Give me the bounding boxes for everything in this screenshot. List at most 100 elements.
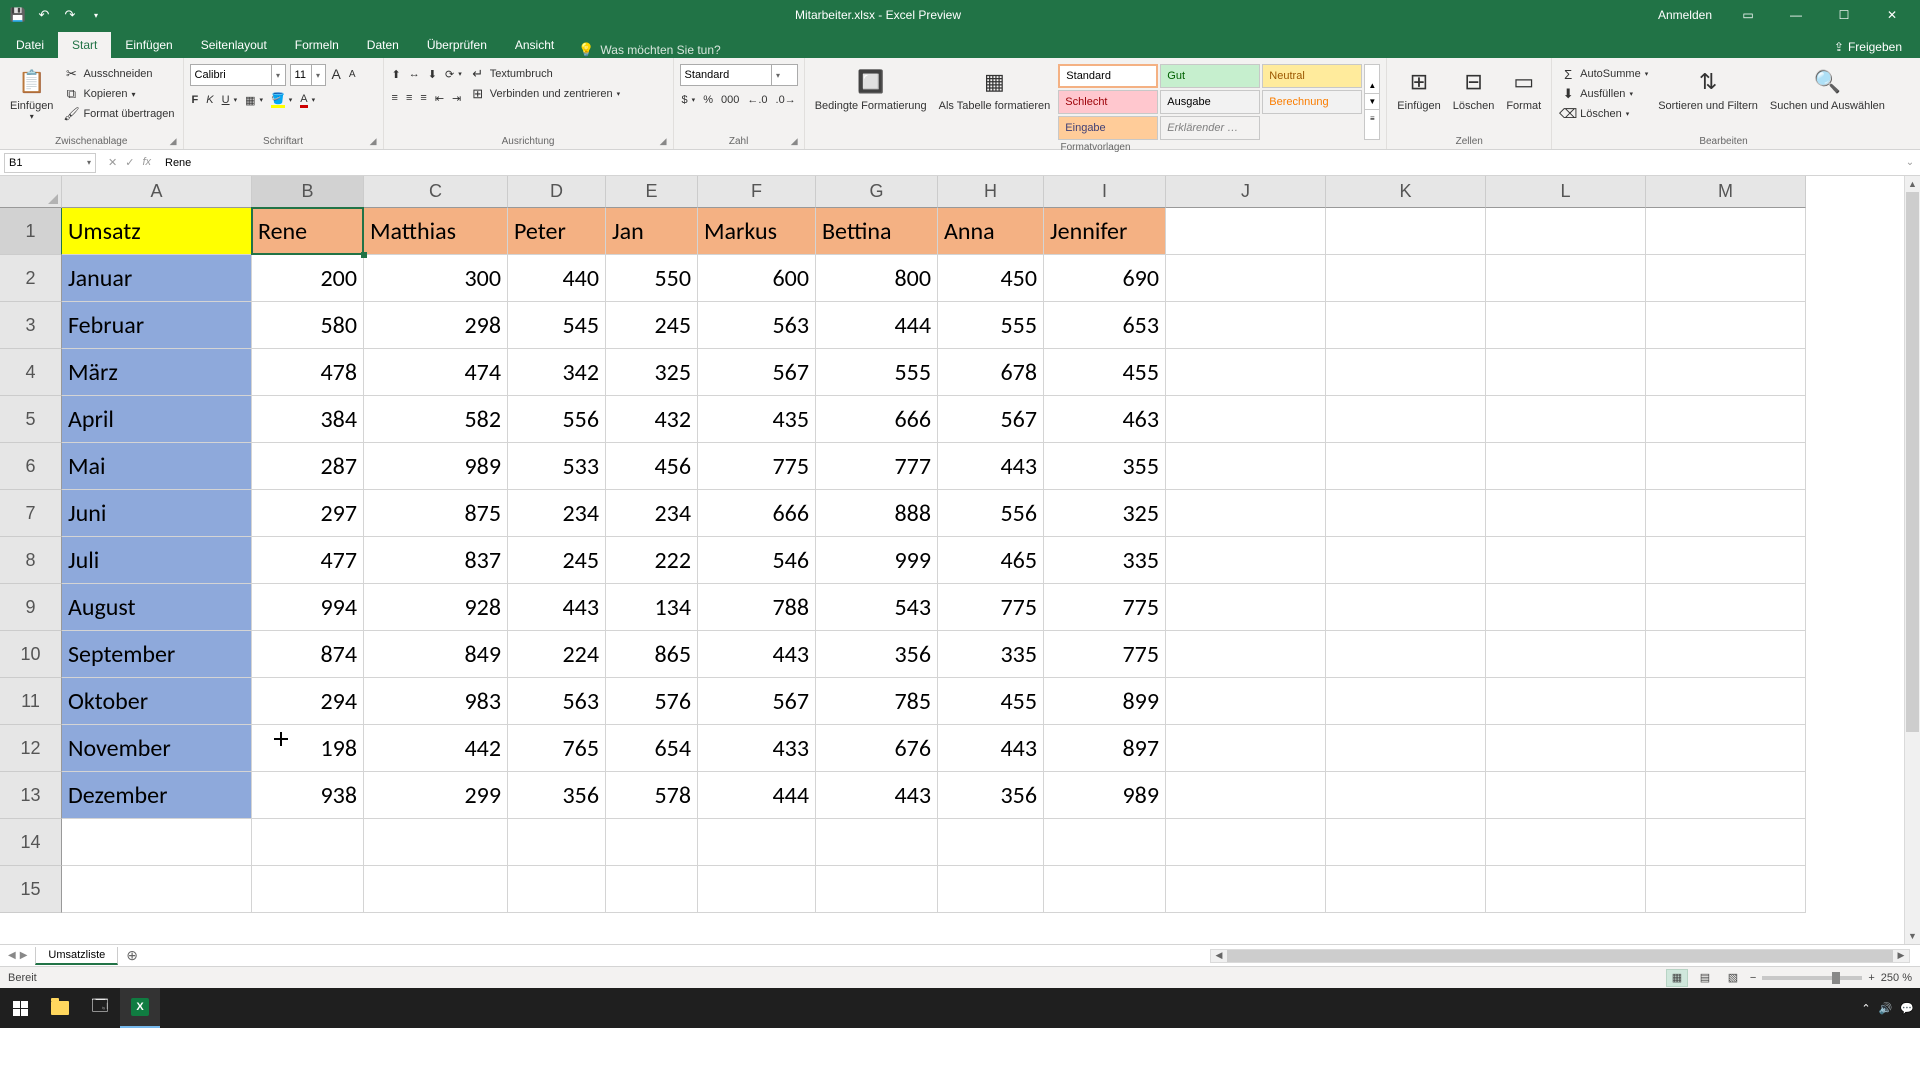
row-header[interactable]: 2 [0,255,62,302]
cell[interactable]: 563 [698,302,816,349]
tab-layout[interactable]: Seitenlayout [187,32,281,58]
cell[interactable] [1166,819,1326,866]
cell[interactable]: 443 [698,631,816,678]
cell[interactable]: 555 [816,349,938,396]
cell[interactable]: 456 [606,443,698,490]
cell[interactable]: 545 [508,302,606,349]
cellstyle-eingabe[interactable]: Eingabe [1058,116,1158,140]
cell[interactable]: 300 [364,255,508,302]
scroll-down-icon[interactable]: ▼ [1905,928,1920,944]
cell[interactable] [1646,349,1806,396]
paste-button[interactable]: 📋 Einfügen ▾ [6,64,57,123]
tray-chevron-icon[interactable]: ⌃ [1861,1002,1870,1015]
col-header-C[interactable]: C [364,176,508,208]
align-top-icon[interactable]: ⬆ [390,64,403,84]
cell[interactable]: 298 [364,302,508,349]
cell[interactable]: 287 [252,443,364,490]
autosum-button[interactable]: ΣAutoSumme ▾ [1558,64,1650,84]
cell[interactable]: 994 [252,584,364,631]
cell[interactable] [1166,631,1326,678]
format-painter-button[interactable]: 🖌Format übertragen [61,104,176,124]
tab-insert[interactable]: Einfügen [111,32,186,58]
select-all-corner[interactable] [0,176,62,208]
cell[interactable]: Peter [508,208,606,255]
scroll-left-icon[interactable]: ◀ [1211,950,1227,962]
cell[interactable]: 775 [1044,631,1166,678]
cell[interactable] [1326,772,1486,819]
col-header-M[interactable]: M [1646,176,1806,208]
row-header[interactable]: 8 [0,537,62,584]
col-header-K[interactable]: K [1326,176,1486,208]
row-header[interactable]: 1 [0,208,62,255]
cell[interactable]: 224 [508,631,606,678]
cells-format-button[interactable]: ▭Format [1502,64,1545,114]
cell[interactable]: 299 [364,772,508,819]
align-left-icon[interactable]: ≡ [390,88,400,108]
cell[interactable] [1326,490,1486,537]
cell[interactable] [1646,208,1806,255]
cell[interactable] [1166,537,1326,584]
cell[interactable]: 356 [938,772,1044,819]
cell[interactable]: 463 [1044,396,1166,443]
row-header[interactable]: 10 [0,631,62,678]
cell[interactable]: 134 [606,584,698,631]
cell[interactable]: 600 [698,255,816,302]
increase-font-icon[interactable]: A [330,64,343,84]
bold-button[interactable]: F [190,90,201,110]
cell[interactable] [1326,631,1486,678]
cell[interactable]: 533 [508,443,606,490]
cell[interactable]: 775 [938,584,1044,631]
comma-icon[interactable]: 000 [719,90,741,110]
cell[interactable]: 432 [606,396,698,443]
cell[interactable] [508,866,606,913]
align-center-icon[interactable]: ≡ [404,88,414,108]
currency-icon[interactable]: $ ▾ [680,90,698,110]
cell[interactable] [816,866,938,913]
style-gallery-nav[interactable]: ▲▼≡ [1364,64,1380,140]
cell[interactable] [252,866,364,913]
cell[interactable]: 666 [698,490,816,537]
copy-button[interactable]: ⧉Kopieren ▾ [61,84,176,104]
cell[interactable] [1166,349,1326,396]
cell[interactable]: 556 [508,396,606,443]
cell[interactable]: 875 [364,490,508,537]
col-header-A[interactable]: A [62,176,252,208]
cell[interactable]: Februar [62,302,252,349]
align-middle-icon[interactable]: ↔ [407,64,422,84]
col-header-F[interactable]: F [698,176,816,208]
cell[interactable] [1646,631,1806,678]
cell[interactable] [1486,255,1646,302]
cell[interactable] [1326,255,1486,302]
cell[interactable]: 676 [816,725,938,772]
cell[interactable]: 546 [698,537,816,584]
cell[interactable]: 690 [1044,255,1166,302]
tab-data[interactable]: Daten [353,32,413,58]
decrease-indent-icon[interactable]: ⇤ [433,88,446,108]
sheet-nav-prev-icon[interactable]: ◀ [8,950,16,961]
save-icon[interactable]: 💾 [6,3,30,27]
cell[interactable] [1486,819,1646,866]
dialog-launcher-icon[interactable]: ◢ [370,136,377,147]
cell[interactable]: 563 [508,678,606,725]
cell[interactable]: April [62,396,252,443]
cell[interactable]: 550 [606,255,698,302]
cell[interactable]: Juni [62,490,252,537]
font-color-button[interactable]: A ▾ [298,90,317,110]
cell[interactable] [698,866,816,913]
start-button[interactable] [0,988,40,1028]
enter-formula-icon[interactable]: ✓ [125,156,134,169]
cell[interactable] [606,819,698,866]
cell[interactable]: Juli [62,537,252,584]
cell[interactable]: 435 [698,396,816,443]
cell[interactable]: 576 [606,678,698,725]
cell[interactable] [1326,678,1486,725]
cell[interactable]: Rene [252,208,364,255]
tab-view[interactable]: Ansicht [501,32,568,58]
cell[interactable]: 678 [938,349,1044,396]
cell[interactable]: 234 [508,490,606,537]
align-right-icon[interactable]: ≡ [418,88,428,108]
tell-me-search[interactable]: 💡 Was möchten Sie tun? [568,42,730,58]
cell[interactable]: 443 [508,584,606,631]
cellstyle-erklaerend[interactable]: Erklärender … [1160,116,1260,140]
cell[interactable] [1646,490,1806,537]
